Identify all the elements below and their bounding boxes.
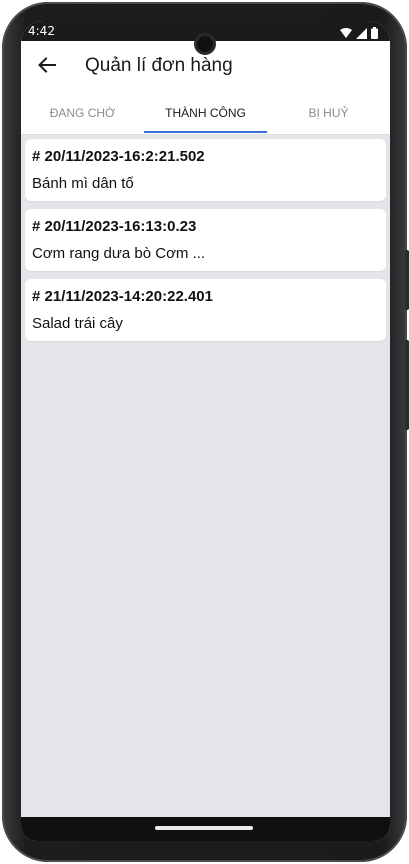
order-items: Salad trái cây [32, 315, 123, 332]
order-list: # 20/11/2023-16:2:21.502 Bánh mì dân tố … [25, 139, 386, 349]
screen: 4:42 Quản lí đơn hàng ĐANG CHỜ THÀNH CÔN… [21, 21, 390, 841]
tab-success[interactable]: THÀNH CÔNG [144, 93, 267, 134]
order-id: # 20/11/2023-16:13:0.23 [32, 218, 197, 235]
tab-cancelled[interactable]: BỊ HUỶ [267, 93, 390, 134]
front-camera [194, 33, 216, 55]
back-button[interactable] [33, 53, 61, 81]
order-card[interactable]: # 20/11/2023-16:13:0.23 Cơm rang dưa bò … [25, 209, 386, 271]
home-indicator[interactable] [155, 826, 253, 830]
system-nav-bar [21, 817, 390, 841]
tab-pending[interactable]: ĐANG CHỜ [21, 93, 144, 134]
arrow-left-icon [38, 57, 56, 77]
order-card[interactable]: # 21/11/2023-14:20:22.401 Salad trái cây [25, 279, 386, 341]
device: 4:42 Quản lí đơn hàng ĐANG CHỜ THÀNH CÔN… [0, 0, 409, 864]
order-items: Cơm rang dưa bò Cơm ... [32, 245, 206, 262]
order-id: # 21/11/2023-14:20:22.401 [32, 288, 213, 305]
active-tab-indicator [144, 131, 267, 133]
order-items: Bánh mì dân tố [32, 175, 134, 192]
order-card[interactable]: # 20/11/2023-16:2:21.502 Bánh mì dân tố [25, 139, 386, 201]
order-status-tabs: ĐANG CHỜ THÀNH CÔNG BỊ HUỶ [21, 93, 390, 135]
status-time: 4:42 [28, 24, 55, 38]
volume-button [405, 340, 409, 430]
page-title: Quản lí đơn hàng [85, 55, 233, 76]
order-id: # 20/11/2023-16:2:21.502 [32, 148, 205, 165]
power-button [405, 250, 409, 310]
